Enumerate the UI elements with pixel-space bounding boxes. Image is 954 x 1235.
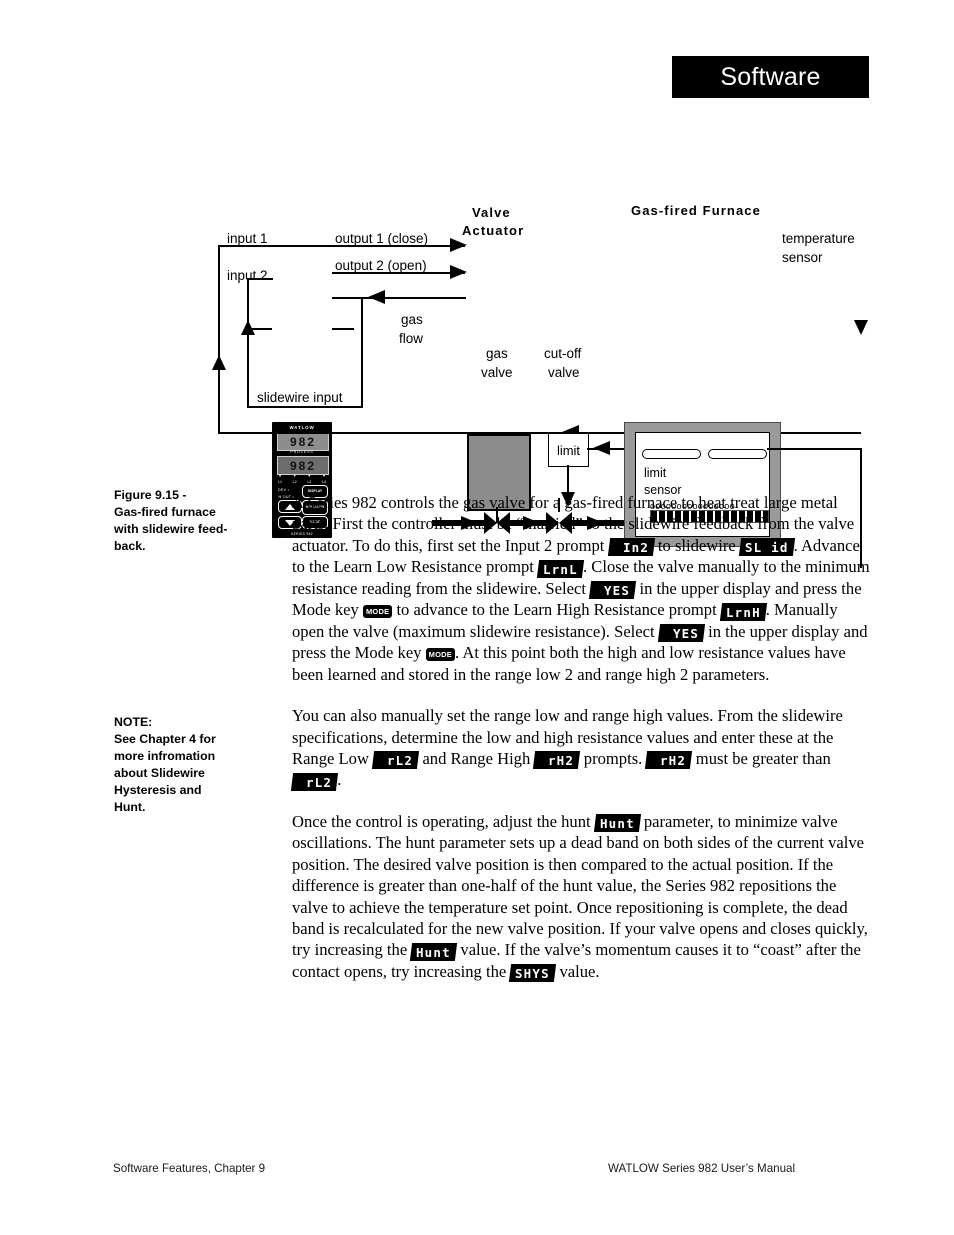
p2-text-3: prompts. [579, 748, 647, 768]
note-line-6: Hunt. [114, 799, 146, 814]
chapter-header-banner: Software [672, 56, 869, 98]
diagram-label-temperature-sensor-line2: sensor [782, 250, 823, 265]
figure-caption-line-4: back. [114, 538, 146, 553]
wire-temperature-sensor-out [767, 448, 861, 450]
note-line-5: Hysteresis and [114, 782, 202, 797]
note-line-4: about Slidewire [114, 765, 205, 780]
mode-key-icon-1: MODE [362, 605, 393, 619]
paragraph-2: You can also manually set the range low … [290, 705, 870, 791]
controller-upper-display: 982 [277, 432, 329, 451]
diagram-label-cutoff-valve-line2: valve [548, 365, 580, 380]
wire-controller-stub-c [332, 328, 354, 330]
diagram-label-gas-flow-line2: flow [399, 331, 424, 346]
diagram-label-valve-actuator-line1: Valve [472, 205, 511, 220]
controller-dev-label: DEV • [278, 488, 290, 492]
diagram-label-cutoff-valve-line1: cut-off [544, 346, 582, 361]
arrowhead-limit-in-icon [593, 441, 610, 455]
chapter-header-title: Software [720, 62, 821, 91]
figure-caption-line-2: Gas-fired furnace [114, 504, 216, 519]
wire-slidewire-bottom [247, 406, 363, 408]
prompt-chip-rh2-1: rH2 [533, 751, 581, 770]
mode-key-icon-2: MODE [425, 648, 455, 662]
paragraph-1: A Series 982 controls the gas valve for … [292, 492, 870, 685]
diagram-label-furnace-title: Gas-fired Furnace [631, 203, 761, 218]
prompt-chip-lrnh: LrnH [719, 602, 767, 621]
controller-lamp-l2: • L2 [292, 474, 297, 484]
diagram-label-temperature-sensor-line1: temperature [782, 231, 855, 246]
diagram-label-slidewire-input: slidewire input [257, 390, 343, 405]
figure-caption-block: Figure 9.15 - Gas-fired furnace with sli… [114, 487, 279, 555]
prompt-chip-hunt-2: Hunt [410, 942, 458, 961]
footer-right-text: WATLOW Series 982 User’s Manual [608, 1162, 796, 1175]
figure-caption-line-1: Figure 9.15 - [114, 488, 187, 502]
limit-sensor-probe [642, 449, 701, 459]
p3-text-2: parameter, to minimize valve oscillation… [292, 811, 868, 960]
diagram-label-gas-valve-line2: valve [481, 365, 513, 380]
prompt-chip-slid: SL id [738, 538, 795, 557]
controller-brand-label: WATLOW [289, 425, 315, 430]
prompt-chip-rl2-2: rL2 [290, 772, 339, 791]
note-line-1: NOTE: [114, 715, 153, 729]
p2-text-4: must be greater than [691, 748, 831, 768]
p3-text-1: Once the control is operating, adjust th… [292, 811, 595, 831]
controller-lamp-l4: • L4 [321, 474, 326, 484]
body-text-column: A Series 982 controls the gas valve for … [290, 492, 870, 983]
diagram-label-valve-actuator-line2: Actuator [462, 223, 525, 238]
temperature-sensor-probe [708, 449, 767, 459]
prompt-chip-rl2-1: rL2 [372, 751, 420, 770]
arrowhead-output2-icon [450, 265, 467, 279]
limit-box-label: limit [556, 442, 581, 458]
prompt-chip-rh2-2: rH2 [645, 751, 693, 770]
wire-slidewire-feedback-down [361, 297, 363, 407]
note-line-3: more infromation [114, 748, 216, 763]
controller-lamp-row: • L1 • L2 • L3 • L4 [278, 474, 326, 484]
p1-text-2: to slidewire [653, 535, 740, 555]
p2-text-2: and Range High [418, 748, 535, 768]
prompt-chip-yes-2: YES [657, 624, 706, 643]
wire-controller-stub-b [250, 328, 272, 330]
page-footer: Software Features, Chapter 9 WATLOW Seri… [0, 1162, 954, 1182]
note-line-2: See Chapter 4 for [114, 731, 216, 746]
diagram-label-gas-flow-line1: gas [401, 312, 423, 327]
prompt-chip-hunt-1: Hunt [593, 814, 641, 833]
prompt-chip-lrnl: LrnL [536, 559, 585, 578]
controller-lamp-l3: • L3 [307, 474, 312, 484]
wire-output1 [218, 245, 465, 247]
prompt-chip-shys: SHYS [509, 964, 557, 983]
footer-left-text: Software Features, Chapter 9 [113, 1162, 266, 1175]
controller-process-label: PROCESS [290, 450, 314, 454]
controller-lamp-l1: • L1 [278, 474, 282, 484]
arrowhead-output1-icon [450, 238, 467, 252]
limit-box: limit [548, 433, 589, 467]
arrowhead-temperature-down-icon [854, 320, 868, 335]
diagram-label-gas-valve-line1: gas [486, 346, 508, 361]
prompt-chip-in2: In2 [607, 538, 655, 557]
figure-gas-fired-furnace-diagram: input 1 input 2 output 1 (close) output … [0, 195, 954, 568]
paragraph-3: Once the control is operating, adjust th… [292, 811, 870, 983]
wire-input1-left [218, 245, 220, 433]
document-page: Software input 1 input 2 output 1 (close… [0, 0, 954, 1235]
wire-slidewire-up [247, 278, 249, 407]
arrowhead-input1-up-icon [212, 355, 226, 370]
arrowhead-slidewire-feedback-icon [368, 290, 385, 304]
figure-caption-line-3: with slidewire feed- [114, 521, 228, 536]
diagram-label-limit-sensor-line1: limit [644, 466, 667, 480]
wire-slidewire-into-input2 [247, 278, 273, 280]
note-block: NOTE: See Chapter 4 for more infromation… [114, 714, 279, 816]
controller-lower-display: 982 [277, 456, 329, 475]
p3-text-4: value. [555, 961, 600, 981]
wire-output2 [332, 272, 465, 274]
prompt-chip-yes-1: YES [589, 581, 637, 600]
wire-controller-stub-a [332, 297, 362, 299]
p1-text-6: to advance to the Learn High Resistance … [392, 600, 721, 620]
